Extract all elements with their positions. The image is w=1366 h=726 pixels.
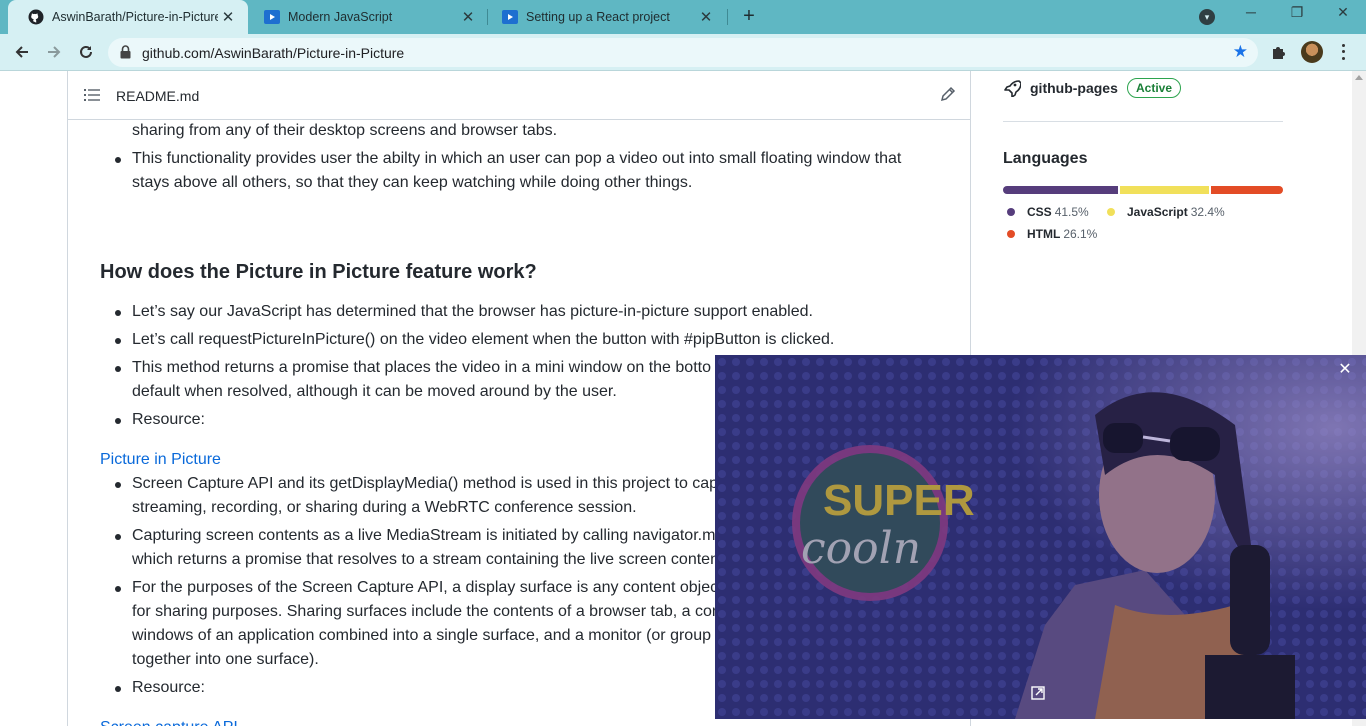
tab-title: AswinBarath/Picture-in-Picture: [52, 10, 218, 24]
tab-modern-javascript[interactable]: Modern JavaScript ✕: [244, 0, 488, 34]
tab-separator: [727, 9, 728, 25]
language-name: JavaScript: [1127, 205, 1188, 219]
language-item-javascript[interactable]: JavaScript 32.4%: [1107, 205, 1225, 219]
url-text: github.com/AswinBarath/Picture-in-Pictur…: [142, 45, 405, 61]
language-dot: [1007, 208, 1015, 216]
pencil-edit-icon[interactable]: [940, 86, 956, 107]
language-bar: [1003, 186, 1283, 194]
language-percent: 32.4%: [1190, 205, 1225, 219]
link-screen-capture-api[interactable]: Screen capture API: [100, 716, 238, 726]
close-icon[interactable]: ✕: [218, 8, 238, 26]
language-dot: [1107, 208, 1115, 216]
picture-in-picture-window[interactable]: SUPER cooln ✕: [715, 355, 1366, 719]
tab-github-repo[interactable]: AswinBarath/Picture-in-Picture ✕: [8, 0, 248, 34]
address-bar[interactable]: github.com/AswinBarath/Picture-in-Pictur…: [108, 38, 1258, 67]
list-item: stays above all others, so that they can…: [132, 174, 693, 191]
readme-header: README.md: [68, 71, 970, 120]
environment-name[interactable]: github-pages: [1030, 80, 1118, 96]
video-icon: [264, 9, 280, 25]
environment-row[interactable]: github-pages Active: [1003, 78, 1283, 102]
readme-filename: README.md: [116, 88, 200, 104]
section-heading: How does the Picture in Picture feature …: [100, 261, 537, 283]
language-bar-segment-html: [1210, 186, 1283, 194]
close-icon[interactable]: ✕: [696, 8, 716, 26]
language-dot: [1007, 230, 1015, 238]
list-unordered-icon[interactable]: [84, 87, 100, 108]
reload-icon[interactable]: [74, 40, 98, 64]
tab-strip: AswinBarath/Picture-in-Picture ✕ Modern …: [0, 0, 1366, 34]
back-arrow-icon[interactable]: [10, 40, 34, 64]
tab-search-icon[interactable]: ▾: [1199, 9, 1215, 25]
list-item: This functionality provides user the abi…: [115, 147, 932, 171]
tab-react-project[interactable]: Setting up a React project ✕: [482, 0, 726, 34]
video-icon: [502, 9, 518, 25]
github-icon: [28, 9, 44, 25]
language-name: HTML: [1027, 227, 1061, 241]
list-item: Let’s say our JavaScript has determined …: [115, 300, 932, 324]
languages-heading: Languages: [1003, 150, 1088, 167]
forward-arrow-icon[interactable]: [42, 40, 66, 64]
list-item: sharing from any of their desktop screen…: [132, 122, 558, 139]
menu-kebab-icon[interactable]: [1338, 42, 1348, 62]
list-item: Let’s call requestPictureInPicture() on …: [115, 328, 932, 352]
language-percent: 26.1%: [1063, 227, 1098, 241]
link-picture-in-picture[interactable]: Picture in Picture: [100, 448, 221, 472]
tab-title: Modern JavaScript: [288, 10, 393, 24]
language-item-css[interactable]: CSS 41.5%: [1007, 205, 1089, 219]
back-to-tab-icon[interactable]: [1031, 686, 1045, 700]
divider: [1003, 121, 1283, 122]
restore-icon[interactable]: ❐: [1284, 4, 1310, 28]
new-tab-button[interactable]: +: [738, 5, 760, 27]
language-bar-segment-css: [1003, 186, 1118, 194]
scroll-up-arrow-icon[interactable]: [1355, 75, 1363, 80]
pip-close-icon[interactable]: ✕: [1336, 361, 1354, 379]
tab-title: Setting up a React project: [526, 10, 670, 24]
language-item-html[interactable]: HTML 26.1%: [1007, 227, 1097, 241]
rocket-icon: [1003, 79, 1022, 102]
window-close-icon[interactable]: ✕: [1330, 4, 1356, 28]
close-icon[interactable]: ✕: [458, 8, 478, 26]
browser-toolbar: github.com/AswinBarath/Picture-in-Pictur…: [0, 34, 1366, 71]
minimize-icon[interactable]: ─: [1238, 4, 1264, 28]
video-frame: SUPER cooln: [715, 355, 1366, 719]
extensions-puzzle-icon[interactable]: [1270, 43, 1288, 66]
bookmark-star-icon[interactable]: ★: [1233, 42, 1248, 62]
lock-icon[interactable]: [120, 45, 131, 64]
profile-avatar[interactable]: [1301, 41, 1323, 63]
language-percent: 41.5%: [1054, 205, 1089, 219]
status-badge: Active: [1127, 78, 1182, 98]
language-name: CSS: [1027, 205, 1052, 219]
language-bar-segment-javascript: [1119, 186, 1209, 194]
